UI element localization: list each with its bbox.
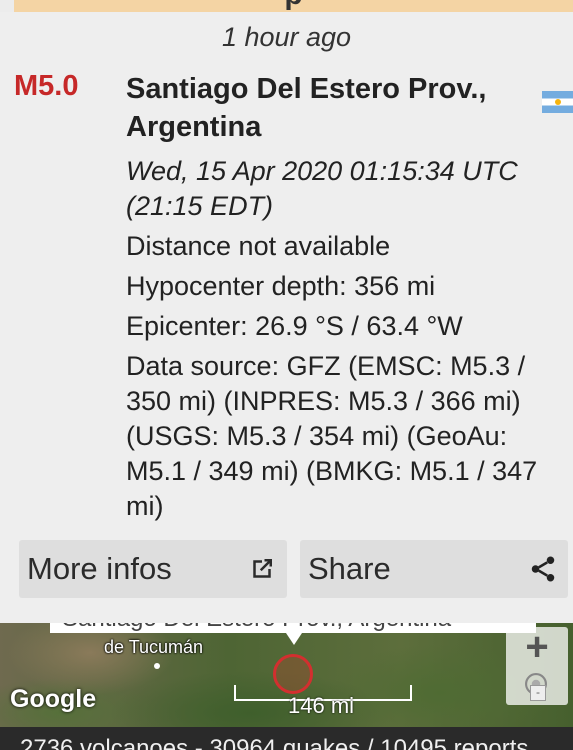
banner-title: p (284, 0, 302, 12)
datetime: Wed, 15 Apr 2020 01:15:34 UTC (21:15 EDT… (126, 156, 518, 221)
zoom-out-button[interactable]: - (530, 685, 546, 701)
share-label: Share (308, 551, 391, 586)
share-icon (531, 556, 555, 582)
open-external-icon (253, 559, 272, 578)
location-title: Santiago Del Estero Prov., Argentina (126, 73, 487, 143)
quake-details: Wed, 15 Apr 2020 01:15:34 UTC (21:15 EDT… (126, 154, 566, 529)
status-text: 2736 volcanoes - 30964 quakes / 10495 re… (20, 735, 529, 750)
status-bar: 2736 volcanoes - 30964 quakes / 10495 re… (0, 727, 573, 750)
map-location-label: Santiago Del Estero Prov., Argentina (50, 623, 536, 633)
zoom-in-button[interactable]: + (506, 627, 568, 667)
share-button[interactable]: Share (300, 540, 568, 598)
epicenter: Epicenter: 26.9 °S / 63.4 °W (126, 311, 463, 341)
google-logo: Google (10, 685, 97, 713)
map-view[interactable]: Santiago Del Estero Prov., Argentina de … (0, 623, 573, 727)
magnitude-label: M5.0 (14, 70, 79, 102)
argentina-flag-icon (542, 91, 573, 113)
distance: Distance not available (126, 231, 391, 261)
more-infos-label: More infos (27, 551, 172, 586)
city-label: de Tucumán (104, 637, 204, 657)
data-source: Data source: GFZ (EMSC: M5.3 / 350 mi) (… (126, 351, 538, 521)
hypocenter-depth: Hypocenter depth: 356 mi (126, 271, 436, 301)
quake-card: 1 hour ago M5.0 Santiago Del Estero Prov… (0, 12, 573, 623)
label-pointer (286, 633, 302, 645)
city-marker (154, 663, 160, 669)
time-ago: 1 hour ago (221, 22, 352, 52)
top-banner: p (14, 0, 573, 12)
more-infos-button[interactable]: More infos (19, 540, 287, 598)
scale-label: 146 mi (288, 693, 355, 718)
